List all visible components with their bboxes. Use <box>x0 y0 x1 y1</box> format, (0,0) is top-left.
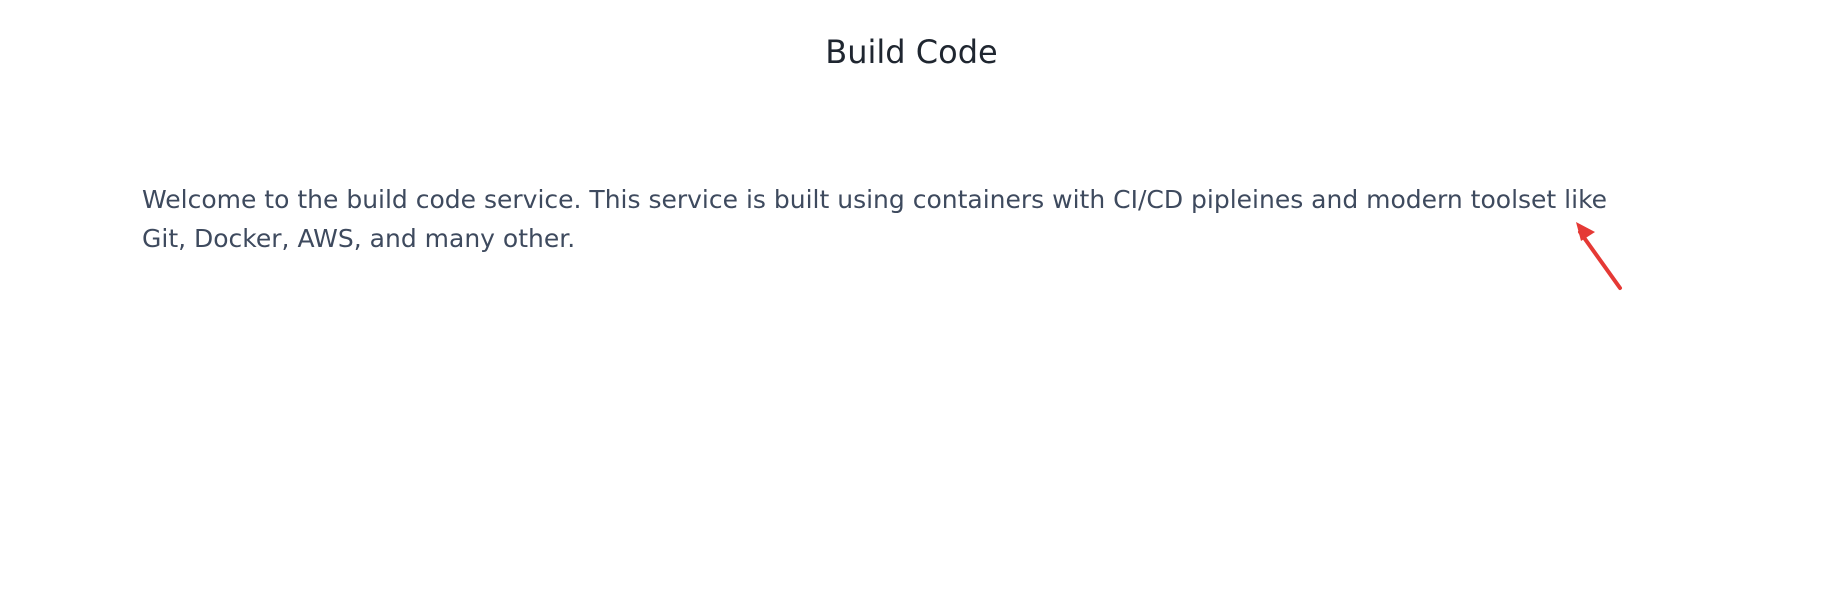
page-title: Build Code <box>825 33 998 71</box>
red-arrow-icon <box>1576 222 1622 290</box>
welcome-text: Welcome to the build code service. This … <box>142 185 1608 253</box>
